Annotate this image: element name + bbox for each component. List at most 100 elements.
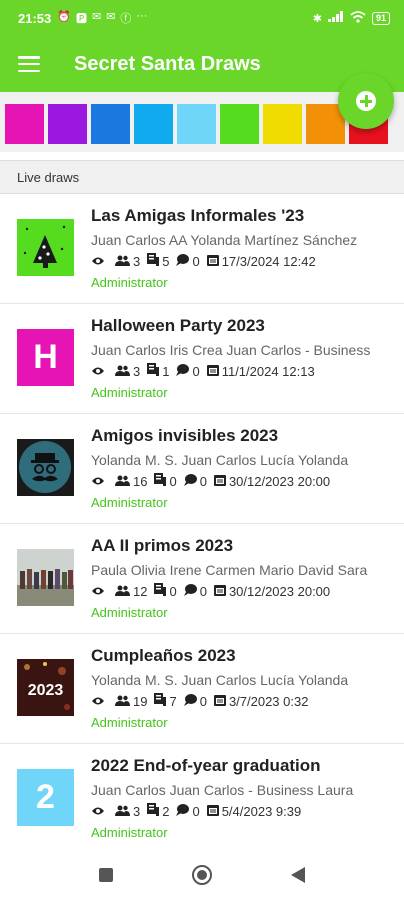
draw-date: 5/4/2023 9:39	[221, 803, 302, 819]
gifts-stat: 2	[147, 803, 169, 819]
draw-list-item[interactable]: 2023 Cumpleaños 2023 Yolanda M. S. Juan Ca…	[0, 634, 404, 744]
messages-stat: 0	[176, 803, 200, 819]
draw-stats: 16 0 0 30/12/2023 20:00	[91, 473, 337, 489]
mail-icon: ✉	[106, 11, 116, 23]
participants-count: 3	[133, 803, 141, 819]
calendar-icon	[206, 254, 222, 269]
draw-date: 30/12/2023 20:00	[228, 473, 331, 489]
draw-role: Administrator	[91, 495, 168, 510]
draw-list-item[interactable]: Las Amigas Informales '23 Juan Carlos AA …	[0, 194, 404, 304]
messages-stat: 0	[183, 583, 207, 599]
home-button[interactable]	[190, 863, 214, 887]
draw-thumbnail: H	[17, 329, 74, 386]
calendar-icon	[213, 584, 229, 599]
draw-list: Las Amigas Informales '23 Juan Carlos AA …	[0, 194, 404, 854]
draw-title: Amigos invisibles 2023	[91, 426, 279, 445]
calendar-icon	[213, 694, 229, 709]
people-icon	[115, 694, 133, 709]
bluetooth-icon: ✱	[312, 12, 322, 25]
draw-stats: 3 5 0 17/3/2024 12:42	[91, 253, 323, 269]
date-stat: 3/7/2023 0:32	[213, 693, 309, 709]
mail-icon: ✉	[91, 11, 102, 23]
back-button[interactable]	[286, 863, 310, 887]
draw-participants: Yolanda M. S. Juan Carlos Lucía Yolanda	[91, 672, 349, 688]
people-icon	[115, 254, 133, 269]
draw-stats: 3 1 0 11/1/2024 12:13	[91, 363, 322, 379]
gifts-count: 1	[162, 363, 170, 379]
eye-icon	[91, 584, 108, 599]
draw-list-item[interactable]: H Halloween Party 2023 Juan Carlos Iris Cr…	[0, 304, 404, 414]
color-swatch[interactable]	[220, 104, 259, 144]
participants-count: 19	[133, 693, 148, 709]
messages-count: 0	[192, 253, 200, 269]
section-header: Live draws	[0, 160, 404, 194]
gift-list-icon	[154, 693, 169, 709]
calendar-icon	[213, 474, 229, 489]
people-icon	[115, 474, 133, 489]
status-time: 21:53	[18, 10, 52, 26]
color-swatch[interactable]	[263, 104, 302, 144]
date-stat: 17/3/2024 12:42	[206, 254, 316, 269]
draw-stats: 12 0 0 30/12/2023 20:00	[91, 583, 337, 599]
gift-list-icon	[147, 363, 162, 379]
date-stat: 11/1/2024 12:13	[206, 364, 315, 379]
draw-role: Administrator	[91, 715, 168, 730]
gifts-count: 0	[169, 583, 177, 599]
views-stat	[91, 694, 108, 709]
messages-count: 0	[192, 803, 200, 819]
people-icon	[115, 804, 133, 819]
gift-list-icon	[154, 473, 169, 489]
draw-participants: Juan Carlos Juan Carlos - Business Laura	[91, 782, 354, 798]
mustache-icon	[17, 439, 74, 496]
status-bar: 21:53 ⏰ 🅿 ✉ ✉ ⓕ ··· ✱ 91	[0, 0, 404, 36]
draw-list-item[interactable]: Amigos invisibles 2023 Yolanda M. S. Juan…	[0, 414, 404, 524]
draw-list-item[interactable]: AA II primos 2023 Paula Olivia Irene Carm…	[0, 524, 404, 634]
color-swatch[interactable]	[5, 104, 44, 144]
draw-date: 30/12/2023 20:00	[228, 583, 331, 599]
eye-icon	[91, 474, 108, 489]
calendar-icon	[206, 364, 222, 379]
gift-list-icon	[154, 583, 169, 599]
square-icon	[99, 868, 113, 882]
draw-list-item[interactable]: 2 2022 End-of-year graduation Juan Carlos …	[0, 744, 404, 854]
messages-count: 0	[199, 583, 207, 599]
participants-stat: 3	[115, 804, 140, 819]
p-icon: 🅿	[75, 13, 87, 25]
messages-count: 0	[199, 473, 207, 489]
calendar-icon	[206, 804, 222, 819]
people-icon	[115, 584, 133, 599]
participants-stat: 3	[115, 364, 140, 379]
messages-stat: 0	[183, 473, 207, 489]
color-swatch[interactable]	[134, 104, 173, 144]
facebook-icon: ⓕ	[120, 13, 132, 25]
draw-role: Administrator	[91, 605, 168, 620]
thumb-year-text: 2023	[28, 682, 64, 699]
recents-button[interactable]	[94, 863, 118, 887]
views-stat	[91, 804, 108, 819]
add-draw-button[interactable]	[338, 73, 394, 129]
notification-icons: ⏰ 🅿 ✉ ✉ ⓕ ···	[57, 10, 147, 26]
messages-count: 0	[192, 363, 200, 379]
wifi-icon	[350, 10, 366, 26]
draw-stats: 3 2 0 5/4/2023 9:39	[91, 803, 308, 819]
system-nav-bar	[0, 850, 404, 900]
gifts-count: 7	[169, 693, 177, 709]
chat-icon	[183, 583, 200, 599]
gifts-count: 5	[162, 253, 170, 269]
chat-icon	[176, 363, 192, 379]
draw-thumbnail: 2	[17, 769, 74, 826]
gift-list-icon	[147, 253, 162, 269]
eye-icon	[91, 694, 108, 709]
triangle-back-icon	[291, 867, 305, 883]
color-swatch[interactable]	[48, 104, 87, 144]
draw-thumbnail	[17, 219, 74, 276]
draw-thumbnail	[17, 549, 74, 606]
thumb-letter: H	[17, 329, 74, 386]
battery-icon: 91	[371, 11, 390, 25]
color-swatch[interactable]	[91, 104, 130, 144]
menu-icon[interactable]	[18, 56, 40, 72]
participants-count: 12	[133, 583, 148, 599]
draw-date: 3/7/2023 0:32	[228, 693, 309, 709]
views-stat	[91, 474, 108, 489]
color-swatch[interactable]	[177, 104, 216, 144]
